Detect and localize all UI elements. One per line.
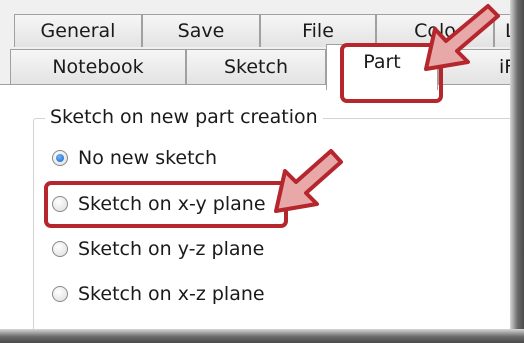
tab-label: Sketch (223, 56, 288, 78)
tab-label: L (505, 20, 510, 42)
tab-save[interactable]: Save (142, 14, 260, 47)
radio-selected-icon[interactable] (52, 150, 68, 166)
radio-unselected-icon[interactable] (52, 241, 68, 257)
group-box-legend: Sketch on new part creation (45, 106, 323, 128)
radio-label: No new sketch (78, 147, 218, 169)
screenshot-frame: General Save File Colo L Notebook Sketch… (0, 0, 524, 343)
tab-label: Save (177, 20, 225, 42)
tab-general[interactable]: General (14, 14, 142, 47)
tab-label: Notebook (52, 56, 144, 78)
tab-notebook[interactable]: Notebook (10, 49, 186, 84)
tab-label: File (302, 20, 334, 42)
radio-unselected-icon[interactable] (52, 286, 68, 302)
radio-label: Sketch on y-z plane (78, 238, 265, 260)
callout-box-xy-plane (44, 181, 288, 228)
radio-no-new-sketch[interactable]: No new sketch (52, 147, 217, 169)
radio-sketch-xz-plane[interactable]: Sketch on x-z plane (52, 283, 265, 305)
tab-label: General (40, 20, 116, 42)
window-shadow-right (510, 0, 524, 343)
callout-arrow-icon (424, 4, 500, 71)
tab-sketch[interactable]: Sketch (186, 49, 326, 84)
radio-label: Sketch on x-z plane (78, 283, 265, 305)
callout-arrow-icon (274, 149, 343, 213)
radio-sketch-yz-plane[interactable]: Sketch on y-z plane (52, 238, 264, 260)
window-shadow-bottom (0, 329, 524, 343)
